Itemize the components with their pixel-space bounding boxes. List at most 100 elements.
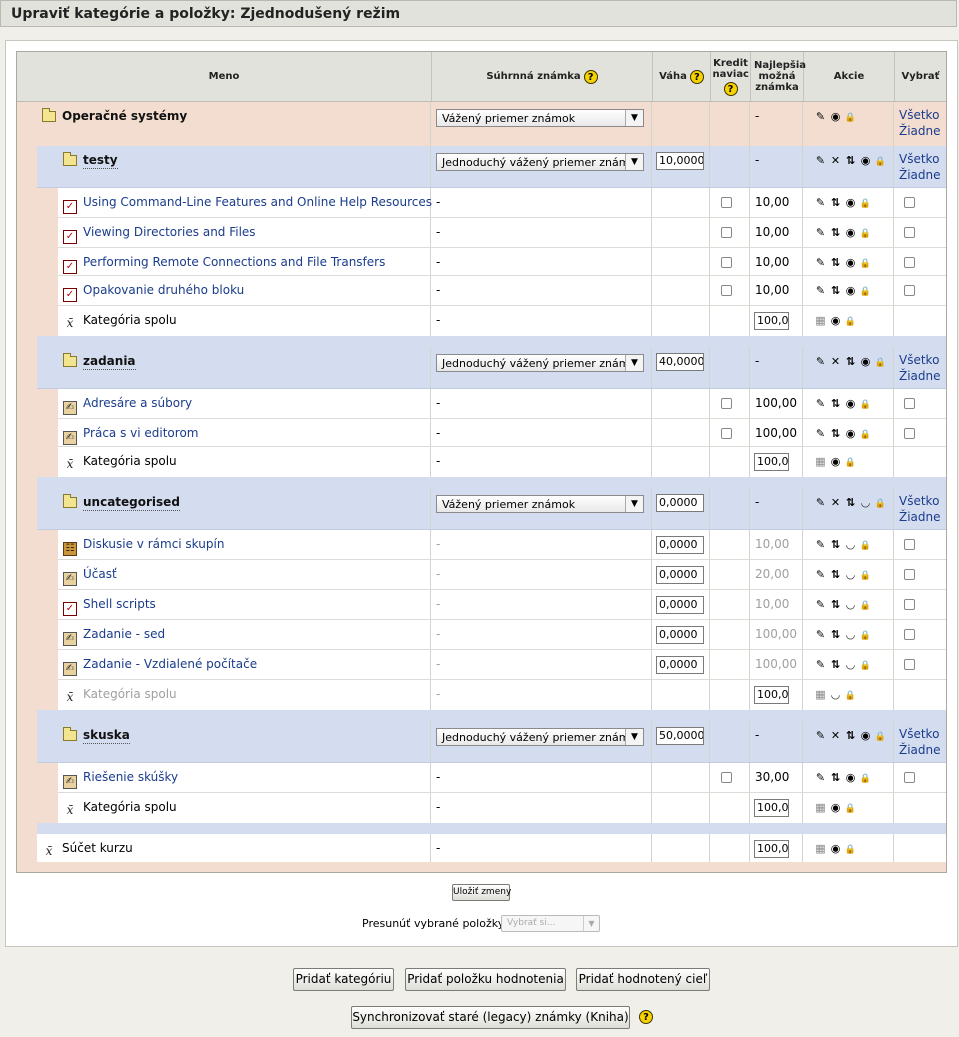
eye-closed-icon[interactable]: ◡ — [843, 658, 858, 671]
move-icon[interactable]: ⇅ — [843, 496, 858, 509]
eye-closed-icon[interactable]: ◡ — [843, 568, 858, 581]
select-all-link[interactable]: Všetko — [899, 493, 941, 509]
lock-icon[interactable]: 🔒 — [858, 601, 873, 611]
row-label[interactable]: Riešenie skúšky — [83, 770, 178, 784]
row-label[interactable]: Zadanie - sed — [83, 627, 165, 641]
category-name[interactable]: zadania — [83, 354, 136, 370]
move-icon[interactable]: ⇅ — [828, 598, 843, 611]
edit-icon[interactable]: ✎ — [813, 427, 828, 440]
row-label[interactable]: Adresáre a súbory — [83, 396, 192, 410]
lock-icon[interactable]: 🔒 — [843, 845, 858, 855]
lock-icon[interactable]: 🔒 — [873, 358, 888, 368]
lock-icon[interactable]: 🔒 — [858, 774, 873, 784]
row-label[interactable]: Using Command-Line Features and Online H… — [83, 195, 432, 209]
edit-icon[interactable]: ✎ — [813, 110, 828, 123]
row-label[interactable]: Shell scripts — [83, 597, 156, 611]
checkbox[interactable] — [721, 428, 732, 439]
calculator-icon[interactable]: ▦ — [813, 842, 828, 855]
edit-icon[interactable]: ✎ — [813, 538, 828, 551]
help-icon[interactable]: ? — [639, 1010, 653, 1024]
weight-input[interactable]: 10,0000 — [656, 152, 704, 170]
lock-icon[interactable]: 🔒 — [843, 804, 858, 814]
edit-icon[interactable]: ✎ — [813, 284, 828, 297]
aggregation-select[interactable]: Jednoduchý vážený priemer známok ▼ — [436, 354, 644, 372]
category-name[interactable]: uncategorised — [83, 495, 180, 511]
move-target-select[interactable]: Vybrať si... ▼ — [501, 915, 600, 932]
checkbox[interactable] — [904, 569, 915, 580]
checkbox[interactable] — [721, 257, 732, 268]
calculator-icon[interactable]: ▦ — [813, 455, 828, 468]
save-changes-button[interactable]: Uložiť zmeny — [452, 884, 511, 901]
eye-closed-icon[interactable]: ◡ — [843, 628, 858, 641]
weight-input[interactable]: 0,0000 — [656, 536, 704, 554]
move-icon[interactable]: ⇅ — [828, 196, 843, 209]
lock-icon[interactable]: 🔒 — [858, 430, 873, 440]
max-grade-input[interactable]: 100,00 — [754, 799, 789, 817]
max-grade-input[interactable]: 100,00 — [754, 453, 789, 471]
delete-icon[interactable]: ✕ — [828, 154, 843, 167]
move-icon[interactable]: ⇅ — [828, 658, 843, 671]
move-icon[interactable]: ⇅ — [828, 568, 843, 581]
lock-icon[interactable]: 🔒 — [858, 661, 873, 671]
lock-icon[interactable]: 🔒 — [858, 571, 873, 581]
select-none-link[interactable]: Žiadne — [899, 368, 941, 384]
select-all-link[interactable]: Všetko — [899, 107, 941, 123]
edit-icon[interactable]: ✎ — [813, 598, 828, 611]
aggregation-select[interactable]: Jednoduchý vážený priemer známok ▼ — [436, 728, 644, 746]
lock-icon[interactable]: 🔒 — [858, 259, 873, 269]
delete-icon[interactable]: ✕ — [828, 729, 843, 742]
eye-icon[interactable]: ◉ — [828, 801, 843, 814]
weight-input[interactable]: 0,0000 — [656, 596, 704, 614]
edit-icon[interactable]: ✎ — [813, 628, 828, 641]
sync-legacy-grades-button[interactable]: Synchronizovať staré (legacy) známky (Kn… — [351, 1006, 630, 1029]
edit-icon[interactable]: ✎ — [813, 355, 828, 368]
calculator-icon[interactable]: ▦ — [813, 688, 828, 701]
row-label[interactable]: Performing Remote Connections and File T… — [83, 255, 385, 269]
eye-icon[interactable]: ◉ — [843, 397, 858, 410]
eye-icon[interactable]: ◉ — [828, 314, 843, 327]
move-icon[interactable]: ⇅ — [843, 355, 858, 368]
max-grade-input[interactable]: 100,00 — [754, 840, 789, 858]
move-icon[interactable]: ⇅ — [828, 538, 843, 551]
weight-input[interactable]: 40,0000 — [656, 353, 704, 371]
lock-icon[interactable]: 🔒 — [858, 287, 873, 297]
checkbox[interactable] — [904, 197, 915, 208]
checkbox[interactable] — [904, 539, 915, 550]
lock-icon[interactable]: 🔒 — [843, 317, 858, 327]
edit-icon[interactable]: ✎ — [813, 658, 828, 671]
lock-icon[interactable]: 🔒 — [858, 541, 873, 551]
checkbox[interactable] — [904, 659, 915, 670]
eye-closed-icon[interactable]: ◡ — [843, 598, 858, 611]
checkbox[interactable] — [904, 772, 915, 783]
lock-icon[interactable]: 🔒 — [843, 458, 858, 468]
checkbox[interactable] — [721, 398, 732, 409]
move-icon[interactable]: ⇅ — [828, 397, 843, 410]
row-label[interactable]: Diskusie v rámci skupín — [83, 537, 224, 551]
checkbox[interactable] — [721, 285, 732, 296]
add-category-button[interactable]: Pridať kategóriu — [293, 968, 394, 991]
aggregation-select[interactable]: Vážený priemer známok ▼ — [436, 109, 644, 127]
move-icon[interactable]: ⇅ — [828, 628, 843, 641]
checkbox[interactable] — [904, 398, 915, 409]
edit-icon[interactable]: ✎ — [813, 154, 828, 167]
lock-icon[interactable]: 🔒 — [873, 157, 888, 167]
help-icon[interactable]: ? — [583, 69, 598, 84]
aggregation-select[interactable]: Jednoduchý vážený priemer známok ▼ — [436, 153, 644, 171]
select-all-link[interactable]: Všetko — [899, 726, 941, 742]
lock-icon[interactable]: 🔒 — [843, 691, 858, 701]
help-icon[interactable]: ? — [723, 81, 738, 96]
row-label[interactable]: Viewing Directories and Files — [83, 225, 256, 239]
max-grade-input[interactable]: 100,00 — [754, 312, 789, 330]
aggregation-select[interactable]: Vážený priemer známok ▼ — [436, 495, 644, 513]
move-icon[interactable]: ⇅ — [843, 729, 858, 742]
select-none-link[interactable]: Žiadne — [899, 509, 941, 525]
lock-icon[interactable]: 🔒 — [843, 113, 858, 123]
checkbox[interactable] — [904, 599, 915, 610]
select-none-link[interactable]: Žiadne — [899, 123, 941, 139]
max-grade-input[interactable]: 100,00 — [754, 686, 789, 704]
edit-icon[interactable]: ✎ — [813, 397, 828, 410]
category-name[interactable]: skuska — [83, 728, 130, 744]
eye-icon[interactable]: ◉ — [843, 427, 858, 440]
select-all-link[interactable]: Všetko — [899, 352, 941, 368]
edit-icon[interactable]: ✎ — [813, 729, 828, 742]
